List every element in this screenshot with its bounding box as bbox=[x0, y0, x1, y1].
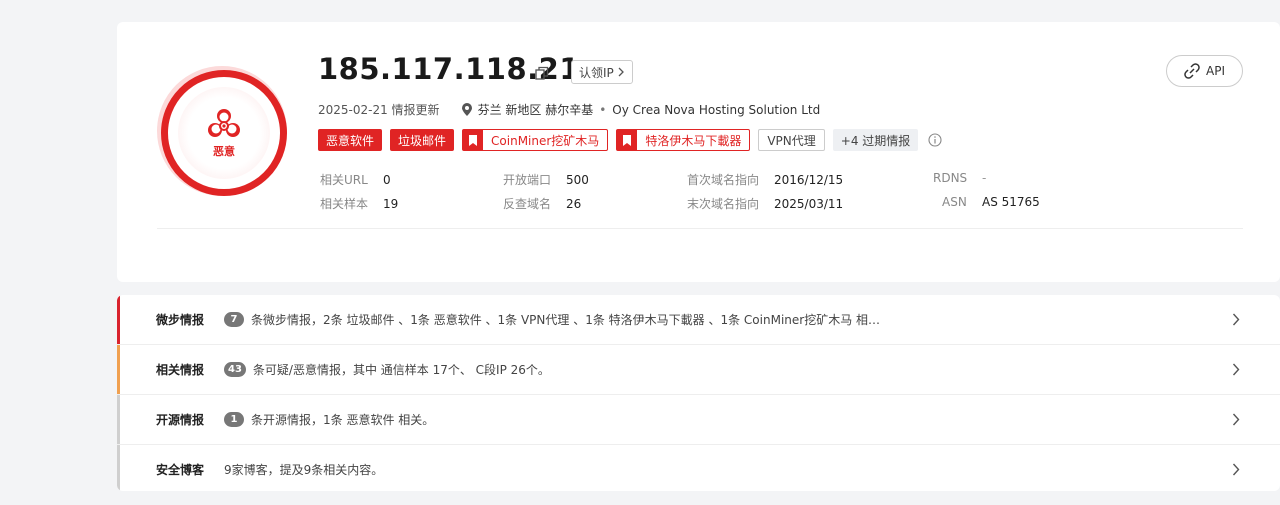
ip-summary-card: 恶意 185.117.118.21 认领IP API 2025-02-21 情报… bbox=[117, 22, 1280, 282]
tag-vpn[interactable]: VPN代理 bbox=[758, 129, 825, 151]
api-button[interactable]: API bbox=[1166, 55, 1243, 87]
stat-last-domain[interactable]: 末次域名指向 2025/03/11 bbox=[687, 195, 843, 212]
intel-row-opensource[interactable]: 开源情报 1 条开源情报，1条 恶意软件 相关。 bbox=[117, 395, 1280, 445]
claim-ip-button[interactable]: 认领IP bbox=[571, 60, 633, 84]
biohazard-icon bbox=[208, 109, 240, 137]
intel-row-title: 相关情报 bbox=[156, 363, 205, 377]
stat-label: ASN bbox=[942, 195, 967, 209]
row-accent-bar bbox=[117, 345, 120, 394]
intel-row-title: 开源情报 bbox=[156, 413, 205, 427]
location-pin-icon bbox=[461, 103, 472, 116]
intel-list: 微步情报 7 条微步情报，2条 垃圾邮件 、1条 恶意软件 、1条 VPN代理 、… bbox=[117, 295, 1280, 491]
stat-label: 相关URL bbox=[320, 173, 368, 187]
chevron-right-icon bbox=[1232, 463, 1240, 476]
threat-badge-label: 恶意 bbox=[213, 145, 235, 158]
count-badge: 43 bbox=[224, 362, 246, 377]
link-icon bbox=[1184, 63, 1200, 79]
intel-row-desc: 1 条开源情报，1条 恶意软件 相关。 bbox=[224, 411, 434, 428]
copy-icon[interactable] bbox=[535, 66, 549, 80]
update-date: 2025-02-21 情报更新 bbox=[318, 103, 440, 117]
stat-first-domain[interactable]: 首次域名指向 2016/12/15 bbox=[687, 171, 843, 188]
tag-trojan-downloader[interactable]: 特洛伊木马下載器 bbox=[616, 129, 751, 151]
separator-dot: • bbox=[599, 102, 607, 117]
stat-label: 相关样本 bbox=[320, 197, 369, 211]
stat-related-samples[interactable]: 相关样本 19 bbox=[320, 195, 398, 212]
tag-spam[interactable]: 垃圾邮件 bbox=[390, 129, 455, 151]
tag-label: VPN代理 bbox=[767, 133, 816, 148]
chevron-right-icon bbox=[1232, 363, 1240, 376]
row-accent-bar bbox=[117, 295, 120, 344]
stat-value: AS 51765 bbox=[982, 195, 1040, 209]
location: 芬兰 新地区 赫尔辛基 bbox=[477, 103, 594, 117]
tag-label: 垃圾邮件 bbox=[398, 133, 447, 148]
stat-label: 末次域名指向 bbox=[687, 197, 760, 211]
intel-row-desc: 9家博客，提及9条相关内容。 bbox=[224, 461, 383, 478]
bookmark-icon bbox=[463, 130, 484, 150]
intel-row-title: 微步情报 bbox=[156, 313, 205, 327]
intel-row-desc: 43 条可疑/恶意情报，其中 通信样本 17个、 C段IP 26个。 bbox=[224, 361, 550, 378]
tag-label: CoinMiner挖矿木马 bbox=[491, 133, 600, 148]
threat-badge: 恶意 bbox=[157, 66, 287, 196]
stat-related-url[interactable]: 相关URL 0 bbox=[320, 171, 391, 188]
tag-expired-more[interactable]: +4 过期情报 bbox=[832, 129, 919, 151]
stat-value: 19 bbox=[383, 197, 399, 211]
count-badge: 1 bbox=[224, 412, 244, 427]
intel-row-related[interactable]: 相关情报 43 条可疑/恶意情报，其中 通信样本 17个、 C段IP 26个。 bbox=[117, 345, 1280, 395]
stat-label: RDNS bbox=[933, 171, 968, 185]
claim-ip-label: 认领IP bbox=[579, 65, 614, 80]
intel-row-text: 条可疑/恶意情报，其中 通信样本 17个、 C段IP 26个。 bbox=[252, 363, 550, 377]
chevron-right-icon bbox=[618, 67, 624, 77]
intel-row-text: 条开源情报，1条 恶意软件 相关。 bbox=[251, 413, 435, 427]
threat-tags: 恶意软件 垃圾邮件 CoinMiner挖矿木马 特洛伊木马下載器 VPN代理 +… bbox=[318, 129, 942, 151]
intel-row-threatbook[interactable]: 微步情报 7 条微步情报，2条 垃圾邮件 、1条 恶意软件 、1条 VPN代理 、… bbox=[117, 295, 1280, 345]
stat-value: 2016/12/15 bbox=[774, 173, 844, 187]
stat-value: 2025/03/11 bbox=[774, 197, 844, 211]
tag-label: 恶意软件 bbox=[326, 133, 375, 148]
isp-name: Oy Crea Nova Hosting Solution Ltd bbox=[612, 102, 821, 117]
divider bbox=[157, 228, 1243, 229]
tag-malware[interactable]: 恶意软件 bbox=[318, 129, 383, 151]
stat-label: 反查域名 bbox=[503, 197, 552, 211]
intel-row-text: 条微步情报，2条 垃圾邮件 、1条 恶意软件 、1条 VPN代理 、1条 特洛伊… bbox=[251, 313, 881, 327]
intel-row-desc: 7 条微步情报，2条 垃圾邮件 、1条 恶意软件 、1条 VPN代理 、1条 特洛… bbox=[224, 311, 880, 328]
row-accent-bar bbox=[117, 445, 120, 491]
api-label: API bbox=[1206, 64, 1225, 78]
intel-row-title: 安全博客 bbox=[156, 463, 205, 477]
stat-value: 0 bbox=[383, 173, 391, 187]
intel-row-blogs[interactable]: 安全博客 9家博客，提及9条相关内容。 bbox=[117, 445, 1280, 491]
chevron-right-icon bbox=[1232, 313, 1240, 326]
bookmark-icon bbox=[617, 130, 638, 150]
stat-rdns: RDNS - bbox=[933, 171, 986, 185]
stat-value: 500 bbox=[566, 173, 589, 187]
ip-meta-line: 2025-02-21 情报更新 芬兰 新地区 赫尔辛基 • Oy Crea No… bbox=[318, 101, 820, 118]
info-icon[interactable] bbox=[928, 133, 942, 147]
stat-label: 首次域名指向 bbox=[687, 173, 760, 187]
stat-value: - bbox=[982, 171, 987, 185]
stat-open-ports[interactable]: 开放端口 500 bbox=[503, 171, 589, 188]
tag-label: 特洛伊木马下載器 bbox=[645, 133, 742, 148]
stat-label: 开放端口 bbox=[503, 173, 552, 187]
stat-asn[interactable]: ASN AS 51765 bbox=[942, 195, 1040, 209]
tag-coinminer[interactable]: CoinMiner挖矿木马 bbox=[462, 129, 609, 151]
tag-label: +4 过期情报 bbox=[840, 133, 911, 148]
stat-reverse-domains[interactable]: 反查域名 26 bbox=[503, 195, 581, 212]
stat-value: 26 bbox=[566, 197, 582, 211]
count-badge: 7 bbox=[224, 312, 244, 327]
chevron-right-icon bbox=[1232, 413, 1240, 426]
row-accent-bar bbox=[117, 395, 120, 444]
intel-row-text: 9家博客，提及9条相关内容。 bbox=[224, 463, 384, 477]
